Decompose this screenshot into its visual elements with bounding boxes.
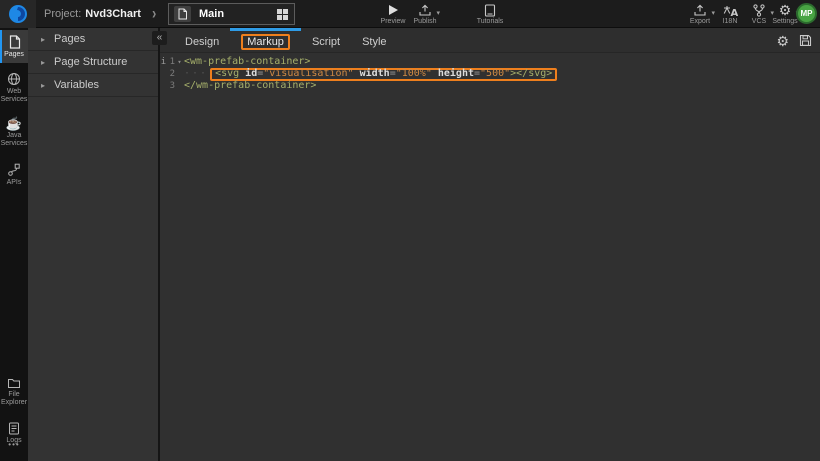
gutter-line-2[interactable]: 2	[160, 68, 184, 80]
wavemaker-studio-window: Project: Nvd3Chart › Main	[0, 0, 820, 461]
collapsed-arrow-icon: ▸	[41, 58, 45, 67]
gear-icon: ⚙	[776, 34, 789, 48]
svg-text:A: A	[730, 8, 738, 17]
panel-collapse-button[interactable]: «	[152, 31, 167, 45]
code-token: "visualisation"	[263, 68, 359, 80]
code-token: "100%"	[396, 68, 438, 80]
tab-design[interactable]: Design	[174, 28, 230, 52]
publish-button[interactable]: ▾ Publish	[406, 3, 444, 27]
sidebar-item-file-explorer[interactable]: File Explorer	[0, 372, 28, 411]
panel-section-label: Page Structure	[54, 56, 127, 68]
i18n-label: I18N	[723, 18, 738, 25]
export-label: Export	[690, 18, 710, 25]
code-line-2[interactable]: 2 ··· <svg id = "visualisation" width = …	[160, 68, 820, 80]
tab-style[interactable]: Style	[351, 28, 397, 52]
code-token: id	[245, 68, 257, 80]
project-name: Nvd3Chart	[85, 8, 141, 20]
collapsed-arrow-icon: ▸	[41, 35, 45, 44]
code-token: height	[438, 68, 474, 80]
pages-icon	[8, 35, 21, 49]
sidebar-item-label: Web Services	[0, 88, 28, 104]
chevron-down-icon: ▾	[436, 9, 440, 17]
logs-document-icon	[8, 422, 20, 435]
panel-section-variables[interactable]: ▸ Variables	[28, 74, 158, 97]
app-logo[interactable]	[0, 0, 36, 28]
code-token: "500"	[480, 68, 510, 80]
panel-section-page-structure[interactable]: ▸ Page Structure	[28, 51, 158, 74]
connector-icon	[7, 163, 21, 177]
globe-icon	[7, 72, 21, 86]
code-token: </wm-prefab-container>	[184, 80, 316, 92]
tab-markup[interactable]: Markup	[230, 28, 301, 52]
panel-section-pages[interactable]: ▸ Pages	[28, 28, 158, 51]
page-tab-main[interactable]: Main	[168, 3, 295, 25]
tab-label: Script	[312, 36, 340, 48]
annotation-highlight: <svg id = "visualisation" width = "100%"…	[210, 68, 557, 81]
whitespace-dots: ···	[184, 68, 208, 80]
code-token: width	[360, 68, 390, 80]
line-number: 1	[167, 56, 175, 68]
gutter-info-marker: i	[160, 56, 167, 68]
user-avatar[interactable]: MP	[796, 3, 817, 24]
gutter-line-1[interactable]: i 1 ▾	[160, 56, 184, 68]
sidebar-item-java-services[interactable]: ☕ Java Services	[0, 112, 28, 152]
gear-icon: ⚙ ▾	[779, 3, 792, 17]
sidebar-item-label: Pages	[4, 51, 24, 59]
settings-label: Settings	[772, 18, 797, 25]
top-bar: Project: Nvd3Chart › Main	[0, 0, 820, 28]
wavemaker-logo-icon	[8, 4, 28, 24]
coffee-icon: ☕	[6, 117, 22, 130]
publish-label: Publish	[414, 18, 437, 25]
preview-label: Preview	[381, 18, 406, 25]
page-doc-icon	[174, 6, 191, 22]
sidebar-item-label: Java Services	[0, 132, 28, 148]
save-button[interactable]	[799, 34, 812, 47]
editor-region: Design Markup Script Style ⚙	[158, 28, 820, 461]
code-token: <svg	[215, 68, 245, 80]
publish-upload-icon: ▾	[418, 3, 432, 17]
vcs-label: VCS	[752, 18, 766, 25]
more-options-icon[interactable]: •••	[0, 440, 28, 449]
tutorials-book-icon	[484, 3, 496, 17]
breadcrumb-chevron-icon[interactable]: ›	[152, 3, 156, 23]
code-editor[interactable]: i 1 ▾ <wm-prefab-container> 2 ··· <svg i…	[160, 53, 820, 92]
branch-icon: ▾	[752, 3, 766, 17]
project-label: Project:	[44, 8, 81, 20]
line-number: 3	[167, 80, 175, 92]
folder-icon	[7, 377, 21, 389]
sidebar-item-label: APIs	[7, 179, 22, 187]
collapsed-arrow-icon: ▸	[41, 81, 45, 90]
annotation-highlight: Markup	[241, 34, 290, 50]
panel-section-label: Pages	[54, 33, 85, 45]
editor-settings-button[interactable]: ⚙	[776, 34, 789, 48]
translate-icon: A	[723, 3, 738, 17]
activity-bar: Pages Web Services ☕ Java Services	[0, 28, 28, 461]
page-tab-label: Main	[199, 8, 276, 20]
play-icon	[387, 3, 399, 17]
editor-tab-strip: Design Markup Script Style ⚙	[160, 28, 820, 53]
tab-label: Design	[185, 36, 219, 48]
line-number: 2	[167, 68, 175, 80]
tutorials-button[interactable]: Tutorials	[471, 3, 509, 27]
code-token: <wm-prefab-container>	[184, 56, 310, 68]
explorer-panel: ▸ Pages ▸ Page Structure ▸ Variables «	[28, 28, 158, 461]
code-line-1[interactable]: i 1 ▾ <wm-prefab-container>	[160, 56, 820, 68]
grid-icon[interactable]	[276, 8, 289, 21]
sidebar-item-apis[interactable]: APIs	[0, 158, 28, 191]
gutter-line-3[interactable]: 3	[160, 80, 184, 92]
tutorials-label: Tutorials	[477, 18, 504, 25]
code-token: ></svg>	[510, 68, 552, 80]
save-floppy-icon	[799, 34, 812, 47]
tab-label: Style	[362, 36, 386, 48]
export-upload-icon: ▾	[693, 3, 707, 17]
tab-script[interactable]: Script	[301, 28, 351, 52]
sidebar-item-pages[interactable]: Pages	[0, 30, 28, 63]
code-line-3[interactable]: 3 </wm-prefab-container>	[160, 80, 820, 92]
fold-arrow-icon[interactable]: ▾	[175, 56, 184, 68]
project-indicator: Project: Nvd3Chart	[44, 0, 141, 28]
panel-section-label: Variables	[54, 79, 99, 91]
sidebar-item-web-services[interactable]: Web Services	[0, 67, 28, 108]
sidebar-item-label: File Explorer	[0, 391, 28, 407]
